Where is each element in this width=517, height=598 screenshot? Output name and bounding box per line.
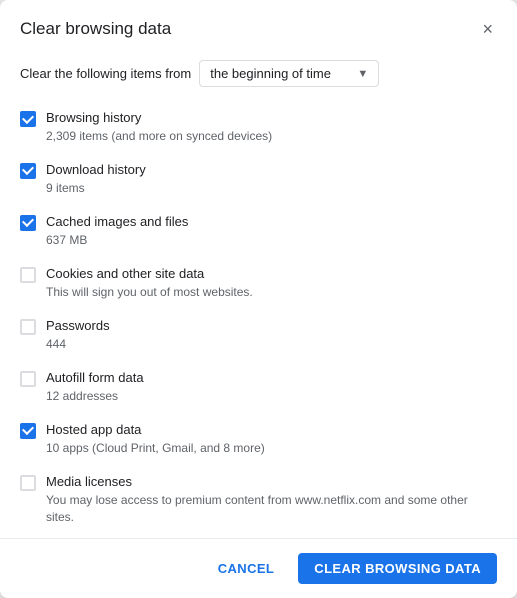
checkbox-indicator-passwords xyxy=(20,319,36,335)
close-button[interactable]: × xyxy=(478,18,497,40)
list-item: Hosted app data10 apps (Cloud Print, Gma… xyxy=(12,413,505,465)
item-description: 12 addresses xyxy=(46,388,497,405)
list-item: Cookies and other site dataThis will sig… xyxy=(12,257,505,309)
list-item: Browsing history2,309 items (and more on… xyxy=(12,101,505,153)
checkbox-cookies[interactable] xyxy=(20,267,36,283)
clear-browsing-data-button[interactable]: CLEAR BROWSING DATA xyxy=(298,553,497,584)
checkbox-autofill[interactable] xyxy=(20,371,36,387)
checkbox-download-history[interactable] xyxy=(20,163,36,179)
checkbox-browsing-history[interactable] xyxy=(20,111,36,127)
item-text-passwords: Passwords444 xyxy=(46,317,497,353)
item-name: Cached images and files xyxy=(46,213,497,231)
item-text-browsing-history: Browsing history2,309 items (and more on… xyxy=(46,109,497,145)
checkbox-indicator-autofill xyxy=(20,371,36,387)
item-name: Download history xyxy=(46,161,497,179)
item-text-media-licenses: Media licensesYou may lose access to pre… xyxy=(46,473,497,526)
item-description: 9 items xyxy=(46,180,497,197)
item-name: Cookies and other site data xyxy=(46,265,497,283)
item-name: Hosted app data xyxy=(46,421,497,439)
checkbox-passwords[interactable] xyxy=(20,319,36,335)
item-description: This will sign you out of most websites. xyxy=(46,284,497,301)
checkbox-indicator-browsing-history xyxy=(20,111,36,127)
checkbox-cached-images[interactable] xyxy=(20,215,36,231)
dialog-header: Clear browsing data × xyxy=(0,0,517,50)
item-description: 2,309 items (and more on synced devices) xyxy=(46,128,497,145)
item-description: 444 xyxy=(46,336,497,353)
subheader-label: Clear the following items from xyxy=(20,66,191,81)
list-item: Media licensesYou may lose access to pre… xyxy=(12,465,505,534)
dialog-title: Clear browsing data xyxy=(20,19,171,39)
item-text-cookies: Cookies and other site dataThis will sig… xyxy=(46,265,497,301)
item-name: Media licenses xyxy=(46,473,497,491)
chevron-down-icon: ▼ xyxy=(357,68,368,80)
checkbox-indicator-media-licenses xyxy=(20,475,36,491)
list-item: Download history9 items xyxy=(12,153,505,205)
item-description: 637 MB xyxy=(46,232,497,249)
checkbox-media-licenses[interactable] xyxy=(20,475,36,491)
item-name: Autofill form data xyxy=(46,369,497,387)
checkbox-indicator-cached-images xyxy=(20,215,36,231)
items-list: Browsing history2,309 items (and more on… xyxy=(0,101,517,534)
dialog-subheader: Clear the following items from the begin… xyxy=(0,50,517,101)
checkbox-indicator-cookies xyxy=(20,267,36,283)
clear-browsing-data-dialog: Clear browsing data × Clear the followin… xyxy=(0,0,517,598)
list-item: Autofill form data12 addresses xyxy=(12,361,505,413)
item-text-download-history: Download history9 items xyxy=(46,161,497,197)
checkbox-indicator-download-history xyxy=(20,163,36,179)
checkbox-indicator-hosted-app-data xyxy=(20,423,36,439)
checkbox-hosted-app-data[interactable] xyxy=(20,423,36,439)
list-item: Passwords444 xyxy=(12,309,505,361)
dialog-footer: CANCEL CLEAR BROWSING DATA xyxy=(0,538,517,598)
item-text-autofill: Autofill form data12 addresses xyxy=(46,369,497,405)
time-range-dropdown[interactable]: the beginning of time ▼ xyxy=(199,60,379,87)
item-text-hosted-app-data: Hosted app data10 apps (Cloud Print, Gma… xyxy=(46,421,497,457)
item-text-cached-images: Cached images and files637 MB xyxy=(46,213,497,249)
dropdown-value: the beginning of time xyxy=(210,66,351,81)
item-name: Browsing history xyxy=(46,109,497,127)
item-name: Passwords xyxy=(46,317,497,335)
cancel-button[interactable]: CANCEL xyxy=(204,553,289,584)
item-description: You may lose access to premium content f… xyxy=(46,492,497,526)
list-item: Cached images and files637 MB xyxy=(12,205,505,257)
item-description: 10 apps (Cloud Print, Gmail, and 8 more) xyxy=(46,440,497,457)
